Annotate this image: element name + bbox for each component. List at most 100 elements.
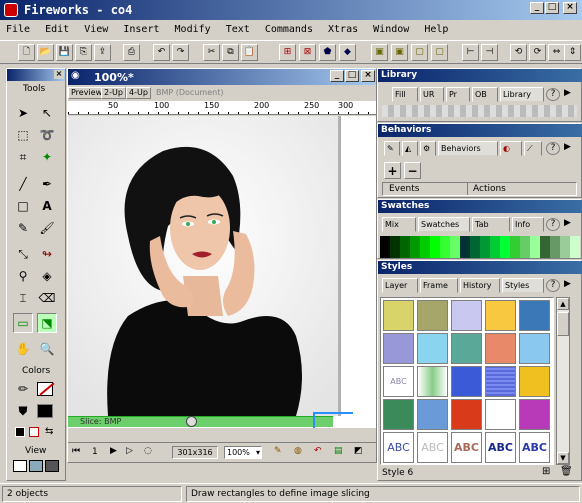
open-file-icon[interactable]: 📂 — [37, 44, 54, 61]
behaviors-tab-icon-3[interactable]: ⚙ — [420, 141, 436, 156]
library-tab-fill[interactable]: Fill — [392, 87, 418, 102]
standard-view-icon[interactable] — [13, 460, 27, 472]
style-swatch[interactable]: ABC — [485, 432, 516, 463]
undo-icon[interactable]: ↶ — [153, 44, 170, 61]
style-swatch[interactable] — [519, 399, 550, 430]
no-color-icon[interactable] — [29, 427, 39, 437]
behaviors-help-icon[interactable]: ? — [546, 142, 560, 155]
scroll-down-button[interactable]: ▼ — [557, 452, 569, 464]
redo-icon[interactable]: ↷ — [172, 44, 189, 61]
import-icon[interactable]: ⎘ — [75, 44, 92, 61]
style-swatch[interactable] — [519, 300, 550, 331]
lasso-tool-icon[interactable]: ➰ — [37, 125, 57, 145]
export-status-icon[interactable]: ◩ — [354, 446, 363, 456]
ungroup-icon[interactable]: ⊠ — [299, 44, 316, 61]
style-swatch[interactable] — [485, 366, 516, 397]
style-swatch[interactable] — [417, 300, 448, 331]
copy-icon[interactable]: ⧉ — [222, 44, 239, 61]
hotspot-tool-icon[interactable]: ⬔ — [37, 313, 57, 333]
slice-tool-icon[interactable]: ▭ — [13, 313, 33, 333]
menu-xtras[interactable]: Xtras — [328, 24, 358, 35]
style-swatch[interactable] — [383, 300, 414, 331]
style-swatch[interactable] — [451, 366, 482, 397]
styles-tab-layer[interactable]: Layer — [382, 278, 418, 293]
cut-icon[interactable]: ✂ — [203, 44, 220, 61]
style-swatch[interactable] — [451, 399, 482, 430]
magic-wand-icon[interactable]: ✦ — [37, 147, 57, 167]
style-swatch[interactable] — [519, 333, 550, 364]
style-swatch[interactable] — [383, 333, 414, 364]
first-frame-icon[interactable]: ⏮ — [72, 446, 80, 456]
split-icon[interactable]: ◆ — [339, 44, 356, 61]
swap-colors-icon[interactable]: ⇆ — [45, 426, 53, 437]
save-icon[interactable]: 💾 — [56, 44, 73, 61]
styles-menu-arrow-icon[interactable]: ▶ — [564, 279, 571, 289]
style-swatch[interactable] — [451, 300, 482, 331]
styles-scrollbar[interactable]: ▲ ▼ — [556, 297, 570, 465]
flip-h-icon[interactable]: ⇔ — [548, 44, 565, 61]
paint-bucket-icon[interactable]: ◈ — [37, 266, 57, 286]
layers-status-icon[interactable]: ▤ — [334, 446, 343, 456]
style-swatch[interactable]: ABC — [417, 432, 448, 463]
pencil-status-icon[interactable]: ✎ — [274, 446, 282, 456]
undo-status-icon[interactable]: ↶ — [314, 446, 322, 456]
behaviors-tab-icon-1[interactable]: ✎ — [384, 141, 400, 156]
eraser-tool-icon[interactable]: ⌫ — [37, 288, 57, 308]
default-colors-icon[interactable] — [15, 427, 25, 437]
slice-overlay[interactable]: Slice: BMP — [68, 416, 333, 427]
style-swatch[interactable] — [485, 333, 516, 364]
library-help-icon[interactable]: ? — [546, 88, 560, 101]
swatches-menu-arrow-icon[interactable]: ▶ — [564, 218, 571, 228]
print-icon[interactable]: ⎙ — [123, 44, 140, 61]
style-swatch[interactable] — [451, 333, 482, 364]
style-swatch[interactable] — [485, 300, 516, 331]
zoom-tool-icon[interactable]: 🔍 — [37, 339, 57, 359]
style-swatch[interactable]: ABC — [519, 432, 550, 463]
style-swatch[interactable] — [417, 366, 448, 397]
swatch-grid[interactable] — [380, 236, 580, 258]
send-back-icon[interactable]: ▢ — [411, 44, 428, 61]
remove-behavior-button[interactable]: − — [404, 162, 421, 179]
styles-tab-frame[interactable]: Frame — [420, 278, 458, 293]
next-frame-icon[interactable]: ▶ — [110, 446, 117, 456]
styles-tab-history[interactable]: History — [460, 278, 500, 293]
scale-tool-icon[interactable]: ⤡ — [13, 244, 33, 264]
panel-close-icon[interactable]: × — [54, 70, 64, 79]
text-tool-icon[interactable]: A — [37, 196, 57, 216]
behaviors-tab-icon-5[interactable]: ◐ — [500, 141, 522, 156]
style-swatch[interactable]: ABC — [383, 432, 414, 463]
send-backward-icon[interactable]: ▢ — [431, 44, 448, 61]
maximize-button[interactable]: □ — [545, 2, 559, 14]
library-tab-ur[interactable]: UR — [420, 87, 444, 102]
align-center-icon[interactable]: ⊣ — [481, 44, 498, 61]
menu-window[interactable]: Window — [373, 24, 409, 35]
rotate-right-icon[interactable]: ⟳ — [529, 44, 546, 61]
swatches-tab-swatches[interactable]: Swatches — [418, 217, 470, 232]
rotate-left-icon[interactable]: ⟲ — [510, 44, 527, 61]
style-swatch[interactable]: ABC — [451, 432, 482, 463]
crop-tool-icon[interactable]: ⌗ — [13, 147, 33, 167]
delete-style-icon[interactable]: 🗑 — [560, 466, 573, 477]
menu-insert[interactable]: Insert — [123, 24, 159, 35]
subselect-tool-icon[interactable]: ↖ — [37, 103, 57, 123]
library-tab-ob[interactable]: OB — [472, 87, 498, 102]
behaviors-tab-icon-6[interactable]: ⟋ — [524, 141, 542, 156]
freeform-tool-icon[interactable]: ↬ — [37, 244, 57, 264]
line-tool-icon[interactable]: ╱ — [13, 174, 33, 194]
flip-v-icon[interactable]: ⇕ — [564, 44, 581, 61]
brush-status-icon[interactable]: ◍ — [294, 446, 302, 456]
align-left-icon[interactable]: ⊢ — [462, 44, 479, 61]
scroll-thumb[interactable] — [557, 312, 569, 336]
tab-bmp-document[interactable]: BMP (Document) — [156, 88, 223, 97]
bring-front-icon[interactable]: ▣ — [391, 44, 408, 61]
add-behavior-button[interactable]: + — [384, 162, 401, 179]
style-swatch[interactable] — [519, 366, 550, 397]
tab-4up[interactable]: 4-Up — [126, 87, 151, 99]
menu-file[interactable]: File — [6, 24, 30, 35]
menu-help[interactable]: Help — [424, 24, 448, 35]
events-column-header[interactable]: Events — [389, 184, 419, 194]
swatches-tab-info[interactable]: Info — [512, 217, 544, 232]
behaviors-tab-behaviors[interactable]: Behaviors — [438, 141, 498, 156]
close-button[interactable]: × — [563, 2, 577, 14]
style-swatch[interactable] — [485, 399, 516, 430]
